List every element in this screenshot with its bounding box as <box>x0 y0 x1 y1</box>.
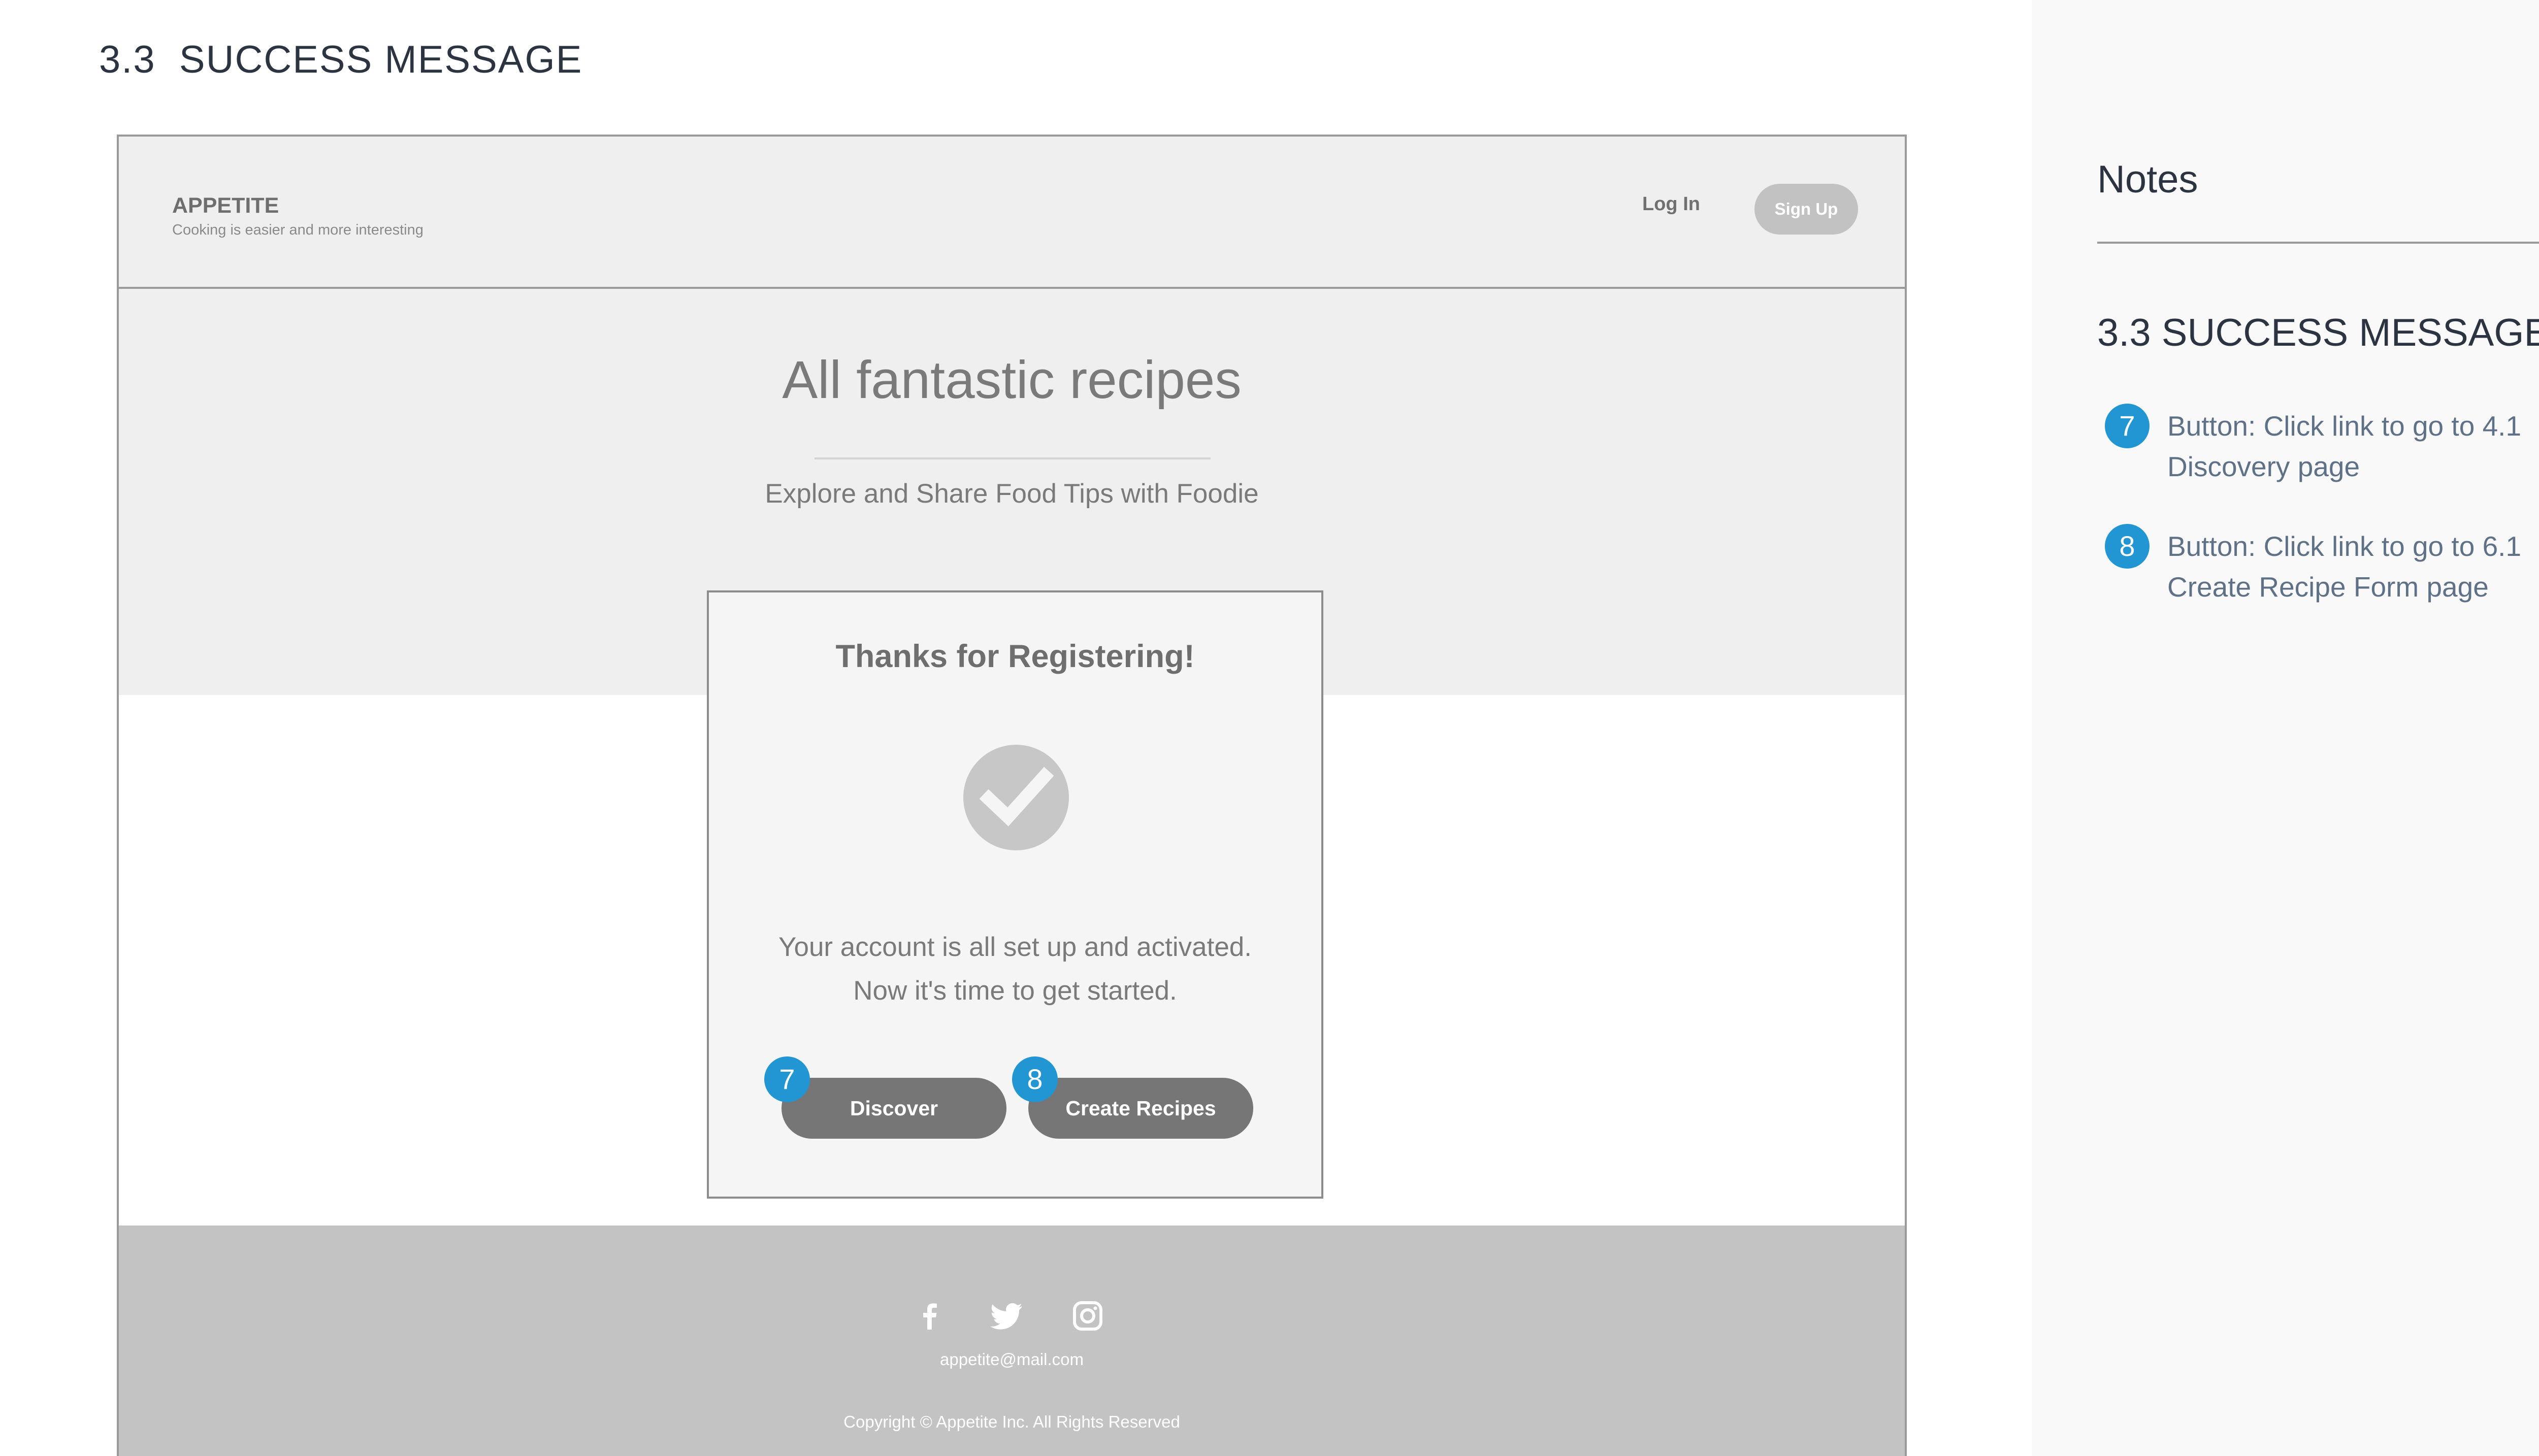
brand-title: APPETITE <box>172 193 279 218</box>
page-heading: 3.3 SUCCESS MESSAGE <box>99 38 583 81</box>
check-circle-icon <box>963 745 1069 850</box>
login-link[interactable]: Log In <box>1642 193 1700 215</box>
note-marker: 7 <box>2105 404 2150 448</box>
create-recipes-button[interactable]: Create Recipes <box>1028 1078 1253 1139</box>
annotation-marker-7: 7 <box>764 1056 810 1102</box>
discover-button[interactable]: Discover <box>782 1078 1006 1139</box>
note-marker: 8 <box>2105 524 2150 569</box>
footer-email[interactable]: appetite@mail.com <box>119 1350 1905 1369</box>
twitter-icon[interactable] <box>989 1298 1024 1334</box>
brand-tagline: Cooking is easier and more interesting <box>172 222 424 238</box>
facebook-icon[interactable] <box>912 1298 948 1334</box>
footer: appetite@mail.com Copyright © Appetite I… <box>119 1226 1905 1456</box>
success-card: Thanks for Registering! Your account is … <box>707 590 1323 1199</box>
card-message: Your account is all set up and activated… <box>709 925 1321 1013</box>
hero-divider <box>815 457 1211 459</box>
notes-panel: Notes 3.3 SUCCESS MESSAGE 7 Button: Clic… <box>2032 0 2539 1456</box>
card-title: Thanks for Registering! <box>835 639 1195 674</box>
wireframe-frame: APPETITE Cooking is easier and more inte… <box>117 135 1907 1456</box>
note-text: Button: Click link to go to 6.1 Create R… <box>2167 531 2522 603</box>
notes-section-title: 3.3 SUCCESS MESSAGE <box>2097 311 2539 354</box>
annotation-marker-8: 8 <box>1012 1056 1058 1102</box>
hero-title: All fantastic recipes <box>782 350 1242 410</box>
notes-title: Notes <box>2097 158 2198 201</box>
notes-divider <box>2097 242 2539 244</box>
card-message-line-2: Now it's time to get started. <box>853 976 1177 1006</box>
signup-button[interactable]: Sign Up <box>1754 184 1858 235</box>
hero-subtitle: Explore and Share Food Tips with Foodie <box>765 479 1259 509</box>
footer-copyright: Copyright © Appetite Inc. All Rights Res… <box>843 1412 1180 1431</box>
top-nav: APPETITE Cooking is easier and more inte… <box>119 137 1905 289</box>
instagram-icon[interactable] <box>1070 1298 1105 1334</box>
note-text: Button: Click link to go to 4.1 Discover… <box>2167 410 2522 482</box>
card-message-line-1: Your account is all set up and activated… <box>778 932 1252 962</box>
